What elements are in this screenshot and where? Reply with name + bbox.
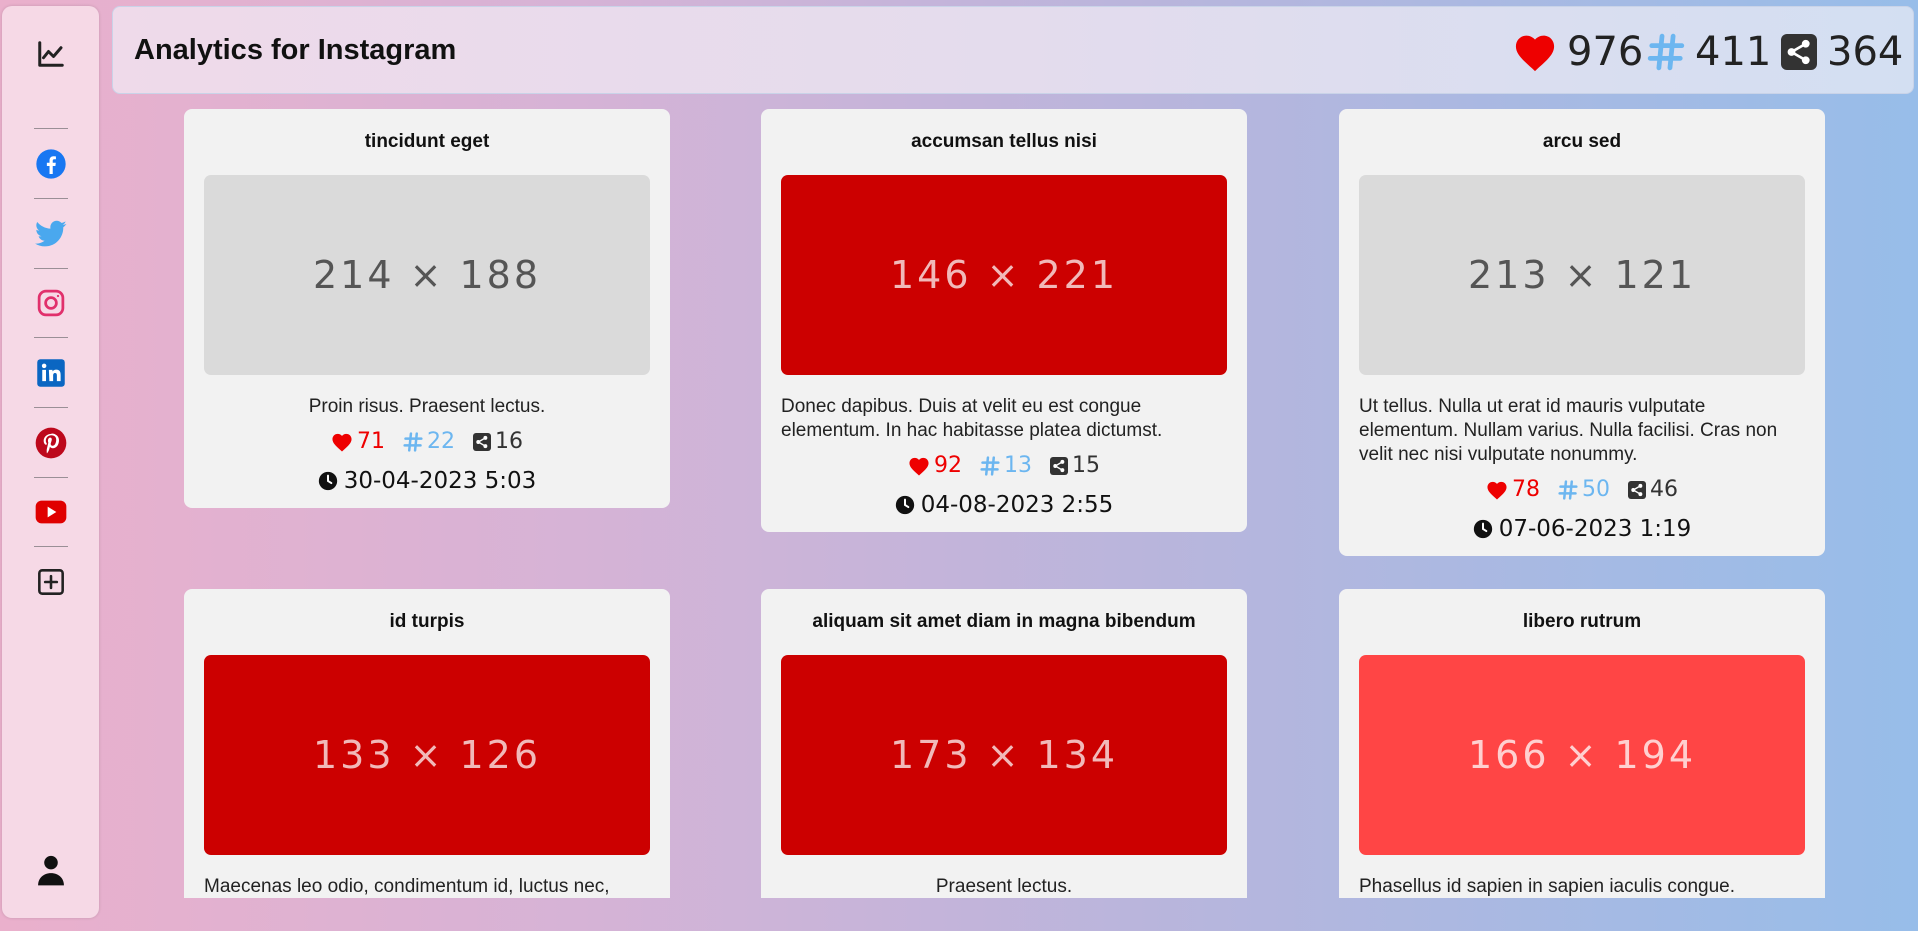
post-image: 146 × 221 — [781, 175, 1227, 375]
post-title: id turpis — [389, 611, 465, 632]
post-date-value: 30-04-2023 5:03 — [343, 468, 537, 494]
total-likes-value: 976 — [1567, 29, 1644, 75]
post-shares: 16 — [473, 429, 523, 454]
posts-grid: tincidunt eget 214 × 188 Proin risus. Pr… — [112, 94, 1914, 898]
sidebar-divider — [34, 546, 68, 547]
post-image: 133 × 126 — [204, 655, 650, 855]
image-size-label: 133 × 126 — [312, 733, 542, 777]
total-tags: 411 — [1647, 29, 1771, 75]
total-tags-value: 411 — [1695, 29, 1772, 75]
share-square-icon — [473, 432, 491, 451]
share-square-icon — [1781, 34, 1817, 70]
post-title: tincidunt eget — [364, 131, 490, 152]
post-stats: 92 13 15 — [781, 453, 1227, 478]
post-title: arcu sed — [1542, 131, 1622, 152]
heart-icon — [1487, 481, 1507, 500]
hashtag-icon — [1558, 479, 1578, 500]
post-shares: 46 — [1628, 477, 1678, 502]
share-square-icon — [1628, 480, 1646, 499]
youtube-icon[interactable] — [33, 494, 69, 530]
post-image: 214 × 188 — [204, 175, 650, 375]
post-image: 166 × 194 — [1359, 655, 1805, 855]
post-card[interactable]: tincidunt eget 214 × 188 Proin risus. Pr… — [184, 109, 670, 508]
total-shares-value: 364 — [1827, 29, 1904, 75]
heart-icon — [332, 433, 352, 452]
post-likes: 92 — [908, 453, 962, 478]
twitter-icon[interactable] — [33, 216, 69, 252]
sidebar-divider — [34, 128, 68, 129]
clock-icon — [1473, 519, 1492, 539]
sidebar-divider — [34, 268, 68, 269]
post-stats: 71 22 16 — [204, 429, 650, 454]
post-card[interactable]: libero rutrum 166 × 194 Phasellus id sap… — [1339, 589, 1825, 898]
post-tags: 13 — [980, 453, 1032, 478]
sidebar-divider — [34, 477, 68, 478]
image-size-label: 214 × 188 — [312, 253, 542, 297]
post-tags: 22 — [403, 429, 455, 454]
linkedin-icon[interactable] — [33, 355, 69, 391]
post-likes: 78 — [1486, 477, 1540, 502]
hashtag-icon — [980, 455, 1000, 476]
clock-icon — [318, 471, 337, 491]
post-description: Ut tellus. Nulla ut erat id mauris vulpu… — [1359, 396, 1778, 465]
hashtag-icon — [1647, 33, 1685, 71]
post-image: 173 × 134 — [781, 655, 1227, 855]
post-card[interactable]: aliquam sit amet diam in magna bibendum … — [761, 589, 1247, 898]
post-description: Praesent lectus. — [935, 876, 1073, 897]
post-description: Donec dapibus. Duis at velit eu est cong… — [781, 396, 1163, 441]
sidebar — [2, 6, 99, 918]
sidebar-divider — [34, 407, 68, 408]
post-shares-value: 16 — [495, 429, 523, 454]
pinterest-icon[interactable] — [33, 425, 69, 461]
image-size-label: 213 × 121 — [1467, 253, 1697, 297]
post-stats: 78 50 46 — [1359, 477, 1805, 502]
clock-icon — [895, 495, 914, 515]
image-size-label: 166 × 194 — [1467, 733, 1697, 777]
post-shares-value: 46 — [1650, 477, 1678, 502]
image-size-label: 173 × 134 — [889, 733, 1119, 777]
share-square-icon — [1050, 456, 1068, 475]
post-date-value: 07-06-2023 1:19 — [1498, 516, 1692, 542]
post-description: Maecenas leo odio, condimentum id, luctu… — [204, 876, 610, 897]
post-date: 07-06-2023 1:19 — [1359, 516, 1805, 542]
post-description: Phasellus id sapien in sapien iaculis co… — [1359, 876, 1736, 897]
post-tags-value: 50 — [1582, 477, 1610, 502]
post-image: 213 × 121 — [1359, 175, 1805, 375]
post-likes-value: 92 — [934, 453, 962, 478]
post-likes-value: 78 — [1512, 477, 1540, 502]
post-card[interactable]: id turpis 133 × 126 Maecenas leo odio, c… — [184, 589, 670, 898]
image-size-label: 146 × 221 — [889, 253, 1119, 297]
chart-line-icon[interactable] — [33, 36, 69, 72]
total-shares: 364 — [1781, 29, 1903, 75]
heart-icon — [909, 457, 929, 476]
sidebar-divider — [34, 198, 68, 199]
add-square-icon[interactable] — [33, 564, 69, 600]
post-date-value: 04-08-2023 2:55 — [920, 492, 1114, 518]
post-tags-value: 22 — [427, 429, 455, 454]
post-shares-value: 15 — [1072, 453, 1100, 478]
post-description: Proin risus. Praesent lectus. — [308, 396, 546, 417]
post-tags: 50 — [1558, 477, 1610, 502]
post-card[interactable]: arcu sed 213 × 121 Ut tellus. Nulla ut e… — [1339, 109, 1825, 556]
hashtag-icon — [403, 431, 423, 452]
post-date: 04-08-2023 2:55 — [781, 492, 1227, 518]
post-tags-value: 13 — [1004, 453, 1032, 478]
sidebar-divider — [34, 337, 68, 338]
heart-icon — [1515, 35, 1555, 72]
instagram-icon[interactable] — [33, 285, 69, 321]
post-shares: 15 — [1050, 453, 1100, 478]
facebook-icon[interactable] — [33, 146, 69, 182]
post-title: libero rutrum — [1522, 611, 1642, 632]
header-bar: Analytics for Instagram 976 411 364 — [112, 6, 1914, 94]
post-date: 30-04-2023 5:03 — [204, 468, 650, 494]
post-likes-value: 71 — [357, 429, 385, 454]
post-title: aliquam sit amet diam in magna bibendum — [812, 611, 1196, 632]
total-likes: 976 — [1513, 29, 1643, 75]
user-icon[interactable] — [33, 852, 69, 888]
post-card[interactable]: accumsan tellus nisi 146 × 221 Donec dap… — [761, 109, 1247, 532]
page-title: Analytics for Instagram — [134, 34, 457, 66]
post-likes: 71 — [331, 429, 385, 454]
post-title: accumsan tellus nisi — [911, 131, 1097, 152]
